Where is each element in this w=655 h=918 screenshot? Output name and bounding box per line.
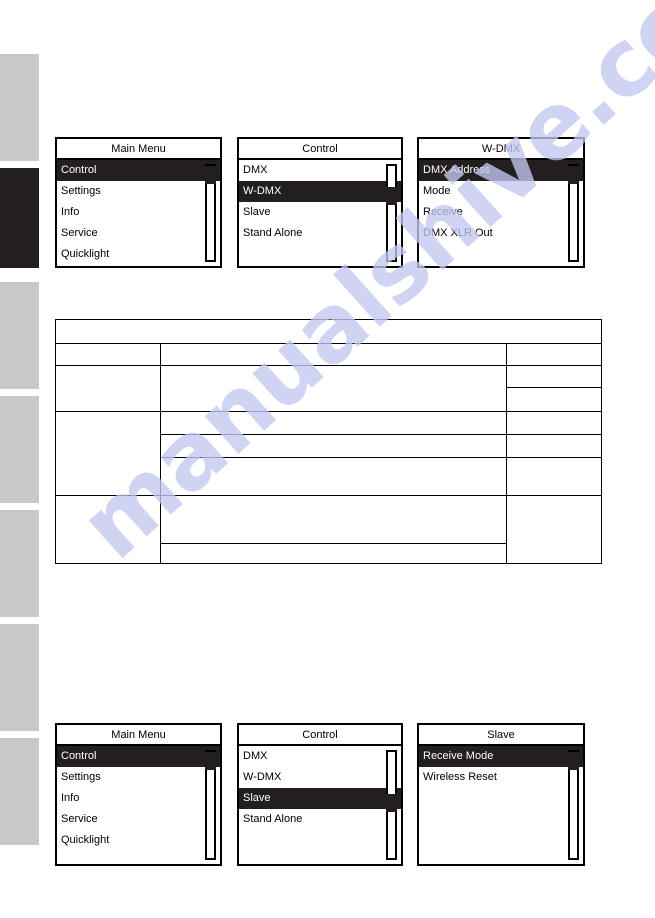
section-tab-6[interactable] [0, 624, 39, 731]
table-cell [160, 457, 507, 496]
scrollbar-thumb[interactable] [205, 166, 216, 184]
lcd-body: Receive Mode Wireless Reset [419, 746, 583, 864]
menu-item-mode[interactable]: Mode [419, 181, 583, 202]
table-cell [160, 365, 507, 412]
lcd-menu-list: DMX W-DMX Slave Stand Alone [239, 160, 401, 266]
lcd-title: Main Menu [57, 725, 220, 746]
lcd-body: DMX Address Mode Receive DMX XLR Out [419, 160, 583, 266]
lcd-menu-list: DMX Address Mode Receive DMX XLR Out [419, 160, 583, 266]
menu-item-stand-alone[interactable]: Stand Alone [239, 809, 401, 830]
table-cell [505, 457, 603, 496]
menu-item-dmx-address[interactable]: DMX Address [419, 160, 583, 181]
table-cell [505, 495, 603, 564]
section-tab-2[interactable] [0, 168, 39, 268]
table-cell [505, 387, 603, 412]
page-canvas: manualshive.com Main Menu Control Settin… [0, 0, 655, 918]
table-cell [160, 343, 507, 366]
menu-item-slave[interactable]: Slave [239, 788, 401, 809]
section-tab-3[interactable] [0, 282, 39, 389]
lcd-panel-main-menu-bottom: Main Menu Control Settings Info Service … [55, 723, 222, 866]
scrollbar-thumb[interactable] [386, 794, 397, 812]
section-tab-5[interactable] [0, 510, 39, 617]
spec-table-grid [54, 319, 603, 564]
table-cell [160, 411, 507, 435]
scrollbar-track[interactable] [386, 750, 397, 860]
lcd-body: DMX W-DMX Slave Stand Alone [239, 160, 401, 266]
scrollbar-track[interactable] [568, 750, 579, 860]
lcd-title: W-DMX [419, 139, 583, 160]
section-tab-7[interactable] [0, 738, 39, 845]
section-tab-strip [0, 0, 39, 918]
scrollbar-track[interactable] [386, 164, 397, 262]
table-cell [54, 319, 603, 344]
scrollbar-thumb[interactable] [205, 752, 216, 770]
menu-item-service[interactable]: Service [57, 809, 220, 830]
specification-table [54, 319, 603, 564]
table-row [55, 411, 603, 496]
menu-item-slave[interactable]: Slave [239, 202, 401, 223]
scrollbar-thumb[interactable] [568, 752, 579, 770]
table-row [55, 365, 603, 412]
table-cell [505, 411, 603, 435]
menu-item-dmx-xlr-out[interactable]: DMX XLR Out [419, 223, 583, 244]
menu-item-service[interactable]: Service [57, 223, 220, 244]
menu-item-dmx[interactable]: DMX [239, 160, 401, 181]
table-cell [505, 343, 603, 366]
table-cell [505, 365, 603, 388]
table-cell [505, 434, 603, 458]
table-cell [160, 434, 507, 458]
lcd-title: Control [239, 725, 401, 746]
menu-item-receive[interactable]: Receive [419, 202, 583, 223]
menu-item-wireless-reset[interactable]: Wireless Reset [419, 767, 583, 788]
lcd-panel-control-top: Control DMX W-DMX Slave Stand Alone [237, 137, 403, 268]
scrollbar-thumb[interactable] [386, 187, 397, 205]
lcd-menu-list: DMX W-DMX Slave Stand Alone [239, 746, 401, 864]
lcd-body: Control Settings Info Service Quicklight [57, 746, 220, 864]
menu-item-info[interactable]: Info [57, 788, 220, 809]
scrollbar-track[interactable] [205, 750, 216, 860]
menu-item-w-dmx[interactable]: W-DMX [239, 767, 401, 788]
lcd-panel-slave-bottom: Slave Receive Mode Wireless Reset [417, 723, 585, 866]
menu-item-quicklight[interactable]: Quicklight [57, 244, 220, 265]
table-row [55, 495, 603, 564]
lcd-body: DMX W-DMX Slave Stand Alone [239, 746, 401, 864]
menu-item-settings[interactable]: Settings [57, 181, 220, 202]
section-tab-4[interactable] [0, 396, 39, 503]
lcd-menu-list: Control Settings Info Service Quicklight [57, 746, 220, 864]
section-tab-1[interactable] [0, 54, 39, 161]
menu-item-dmx[interactable]: DMX [239, 746, 401, 767]
lcd-menu-list: Receive Mode Wireless Reset [419, 746, 583, 864]
scrollbar-track[interactable] [568, 164, 579, 262]
menu-item-control[interactable]: Control [57, 746, 220, 767]
table-cell [55, 365, 161, 412]
scrollbar-thumb[interactable] [568, 166, 579, 184]
menu-item-stand-alone[interactable]: Stand Alone [239, 223, 401, 244]
menu-item-control[interactable]: Control [57, 160, 220, 181]
lcd-panel-control-bottom: Control DMX W-DMX Slave Stand Alone [237, 723, 403, 866]
table-row [54, 319, 603, 344]
menu-item-receive-mode[interactable]: Receive Mode [419, 746, 583, 767]
table-row [55, 343, 603, 366]
lcd-title: Main Menu [57, 139, 220, 160]
lcd-title: Slave [419, 725, 583, 746]
table-cell [160, 495, 507, 544]
lcd-panel-main-menu-top: Main Menu Control Settings Info Service … [55, 137, 222, 268]
table-cell [160, 543, 507, 564]
lcd-body: Control Settings Info Service Quicklight [57, 160, 220, 266]
menu-item-info[interactable]: Info [57, 202, 220, 223]
lcd-title: Control [239, 139, 401, 160]
table-cell [55, 495, 161, 564]
lcd-panel-w-dmx-top: W-DMX DMX Address Mode Receive DMX XLR O… [417, 137, 585, 268]
menu-item-w-dmx[interactable]: W-DMX [239, 181, 401, 202]
table-cell [55, 343, 161, 366]
menu-item-quicklight[interactable]: Quicklight [57, 830, 220, 851]
scrollbar-track[interactable] [205, 164, 216, 262]
lcd-menu-list: Control Settings Info Service Quicklight [57, 160, 220, 266]
table-cell [55, 411, 161, 496]
menu-item-settings[interactable]: Settings [57, 767, 220, 788]
